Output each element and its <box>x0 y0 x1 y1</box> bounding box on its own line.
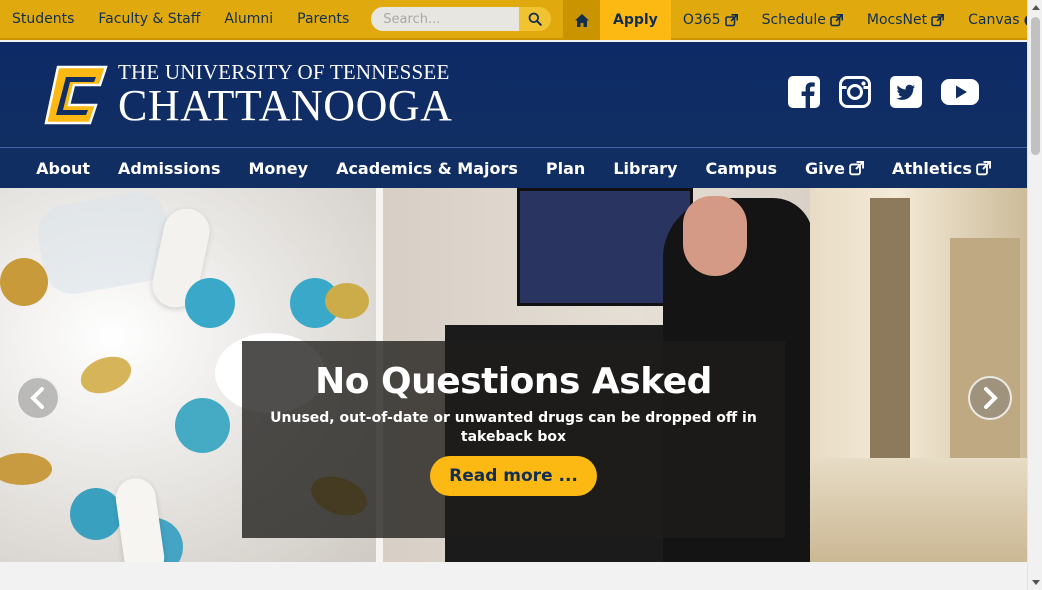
utc-logo[interactable]: THE UNIVERSITY OF TENNESSEE CHATTANOOGA <box>44 62 452 128</box>
hero-title: No Questions Asked <box>315 361 712 402</box>
utc-c-logo-icon <box>44 65 108 125</box>
external-link-icon <box>849 160 864 175</box>
instagram-link[interactable] <box>839 76 871 113</box>
read-more-button[interactable]: Read more ... <box>430 456 597 496</box>
o365-label: O365 <box>682 12 721 28</box>
vertical-scrollbar[interactable] <box>1027 0 1042 590</box>
nav-campus[interactable]: Campus <box>691 148 791 188</box>
scroll-up-button[interactable] <box>1028 0 1042 15</box>
caret-up-icon <box>1031 5 1040 10</box>
audience-nav: Students Faculty & Staff Alumni Parents <box>0 0 361 39</box>
external-link-icon <box>931 13 945 26</box>
nav-money[interactable]: Money <box>234 148 322 188</box>
instagram-icon <box>839 76 871 108</box>
chevron-right-icon <box>984 387 998 409</box>
main-nav: About Admissions Money Academics & Major… <box>0 148 1027 188</box>
external-link-icon <box>830 13 843 26</box>
external-link-icon <box>976 160 991 175</box>
nav-give[interactable]: Give <box>791 148 878 188</box>
carousel-next-button[interactable] <box>968 376 1012 420</box>
nav-athletics[interactable]: Athletics <box>878 148 1005 188</box>
schedule-link[interactable]: Schedule <box>750 0 855 40</box>
apply-link[interactable]: Apply <box>600 0 671 40</box>
youtube-icon <box>941 79 979 105</box>
hero-image-hallway <box>810 188 1027 562</box>
home-button[interactable] <box>563 0 600 40</box>
logo-wordmark: THE UNIVERSITY OF TENNESSEE CHATTANOOGA <box>118 62 452 128</box>
caret-down-icon <box>1031 580 1040 585</box>
nav-give-label: Give <box>805 158 845 178</box>
site-header: THE UNIVERSITY OF TENNESSEE CHATTANOOGA <box>0 42 1027 148</box>
scroll-down-button[interactable] <box>1028 575 1042 590</box>
schedule-label: Schedule <box>761 12 826 28</box>
nav-library[interactable]: Library <box>599 148 691 188</box>
nav-about[interactable]: About <box>22 148 104 188</box>
nav-academics-majors[interactable]: Academics & Majors <box>322 148 532 188</box>
logo-line-2: CHATTANOOGA <box>118 81 453 130</box>
o365-link[interactable]: O365 <box>671 0 750 40</box>
home-icon <box>574 13 589 27</box>
mocsnet-label: MocsNet <box>866 12 928 28</box>
social-links <box>788 76 979 113</box>
chevron-left-icon <box>30 387 44 409</box>
twitter-link[interactable] <box>890 76 922 113</box>
link-faculty-staff[interactable]: Faculty & Staff <box>86 0 212 39</box>
hero-subtitle: Unused, out-of-date or unwanted drugs ca… <box>270 410 757 445</box>
nav-admissions[interactable]: Admissions <box>104 148 234 188</box>
quick-links: Apply O365 Schedule MocsNet Canvas <box>563 0 1042 40</box>
nav-plan[interactable]: Plan <box>532 148 599 188</box>
search-input[interactable] <box>371 7 520 31</box>
link-alumni[interactable]: Alumni <box>212 0 285 39</box>
link-students[interactable]: Students <box>0 0 86 39</box>
page-content-area <box>0 562 1027 590</box>
carousel-prev-button[interactable] <box>16 376 60 420</box>
scrollbar-thumb[interactable] <box>1031 17 1040 155</box>
link-parents[interactable]: Parents <box>285 0 361 39</box>
search-form <box>371 7 552 31</box>
page: Students Faculty & Staff Alumni Parents … <box>0 0 1037 590</box>
search-button[interactable] <box>519 7 552 31</box>
facebook-icon <box>788 76 820 108</box>
youtube-link[interactable] <box>941 76 979 113</box>
external-link-icon <box>724 13 738 26</box>
hero-caption: No Questions Asked Unused, out-of-date o… <box>242 341 785 538</box>
utility-bar: Students Faculty & Staff Alumni Parents … <box>0 0 1037 40</box>
facebook-link[interactable] <box>788 76 820 113</box>
logo-line-1: THE UNIVERSITY OF TENNESSEE <box>118 60 450 84</box>
twitter-icon <box>890 76 922 108</box>
canvas-label: Canvas <box>968 12 1020 28</box>
nav-athletics-label: Athletics <box>891 158 972 178</box>
mocsnet-link[interactable]: MocsNet <box>855 0 956 40</box>
search-icon <box>528 12 543 26</box>
